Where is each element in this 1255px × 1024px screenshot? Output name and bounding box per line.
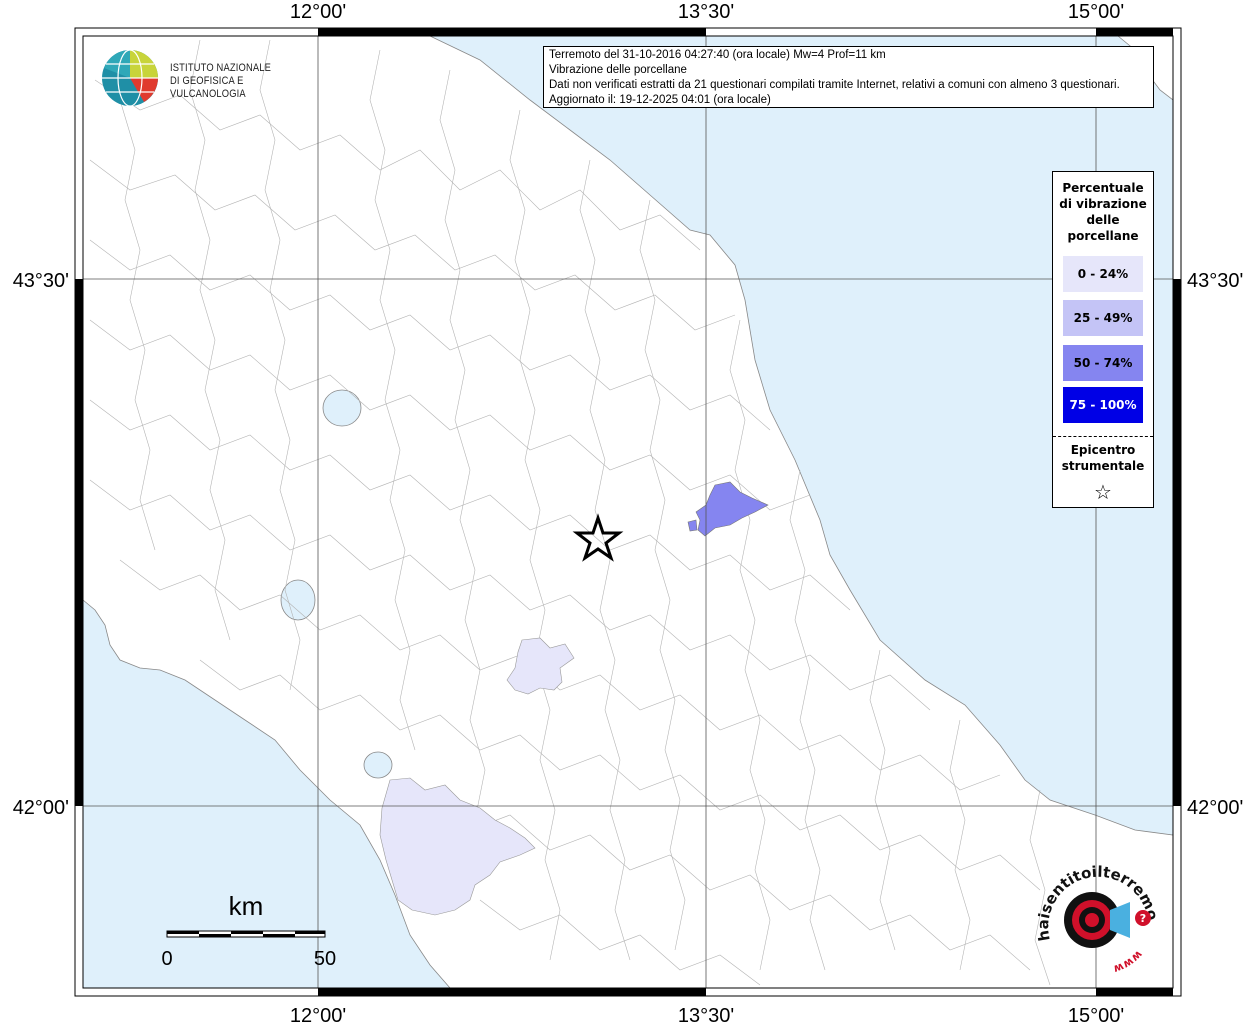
- haisentito-logo: haisentitoilterremoto.it www ?: [1025, 846, 1165, 976]
- legend-epicenter-line: strumentale: [1061, 459, 1145, 473]
- lon-label-bottom-3: 15°00': [1068, 1005, 1124, 1024]
- legend-item-label: 50 - 74%: [1073, 356, 1133, 370]
- scale-end: 50: [314, 948, 336, 970]
- legend-epicenter-label: Epicentro strumentale: [1053, 442, 1153, 474]
- lake-trasimeno: [322, 389, 362, 427]
- star-icon: ☆: [1094, 480, 1112, 504]
- haisentito-badge-icon: haisentitoilterremoto.it www ?: [1025, 846, 1162, 976]
- legend-title: Percentuale di vibrazione delle porcella…: [1053, 180, 1153, 244]
- updated-line: Aggiornato il: 19-12-2025 04:01 (ora loc…: [549, 94, 771, 106]
- legend-item-label: 75 - 100%: [1069, 398, 1137, 412]
- ingv-globe-icon: [102, 49, 158, 107]
- lon-label-bottom-1: 12°00': [290, 1005, 346, 1024]
- svg-text:www: www: [1112, 948, 1146, 972]
- legend-title-line: delle: [1086, 213, 1120, 227]
- ingv-name-line1: ISTITUTO NAZIONALE: [170, 62, 272, 74]
- ingv-logo: ISTITUTO NAZIONALE DI GEOFISICA E VULCAN…: [100, 48, 310, 110]
- lat-label-left-2: 42°00': [13, 797, 69, 819]
- badge-www-text: www: [1112, 948, 1146, 976]
- legend-item-25-49: 25 - 49%: [1063, 300, 1143, 336]
- legend-title-line: Percentuale: [1062, 181, 1144, 195]
- parameter-line: Vibrazione delle porcellane: [549, 64, 687, 76]
- lat-label-right-2: 42°00': [1187, 797, 1243, 819]
- legend-separator: [1053, 436, 1153, 437]
- region-25-49-small: [687, 519, 698, 532]
- event-info-box: Terremoto del 31-10-2016 04:27:40 (ora l…: [543, 46, 1154, 108]
- event-line: Terremoto del 31-10-2016 04:27:40 (ora l…: [549, 49, 886, 61]
- legend-item-label: 0 - 24%: [1077, 267, 1129, 281]
- lon-label-top-3: 15°00': [1068, 1, 1124, 23]
- legend-item-label: 25 - 49%: [1073, 311, 1133, 325]
- data-note-line: Dati non verificati estratti da 21 quest…: [549, 79, 1120, 91]
- legend: Percentuale di vibrazione delle porcella…: [1052, 171, 1154, 508]
- legend-item-0-24: 0 - 24%: [1063, 256, 1143, 292]
- lat-label-right-1: 43°30': [1187, 270, 1243, 292]
- legend-item-75-100: 75 - 100%: [1063, 387, 1143, 423]
- legend-title-line: porcellane: [1067, 229, 1139, 243]
- lon-label-bottom-2: 13°30': [678, 1005, 734, 1024]
- ingv-name: ISTITUTO NAZIONALE DI GEOFISICA E VULCAN…: [170, 62, 289, 101]
- scale-unit: km: [229, 891, 264, 921]
- legend-title-line: di vibrazione: [1059, 197, 1147, 211]
- scale-start: 0: [161, 948, 172, 970]
- lake-bracciano: [363, 751, 393, 779]
- lon-label-top-2: 13°30': [678, 1, 734, 23]
- lat-label-left-1: 43°30': [13, 270, 69, 292]
- svg-text:?: ?: [1140, 912, 1146, 925]
- legend-item-50-74: 50 - 74%: [1063, 345, 1143, 381]
- lon-label-top-1: 12°00': [290, 1, 346, 23]
- ingv-name-line2: DI GEOFISICA E VULCANOLOGIA: [170, 75, 246, 100]
- legend-epicenter-line: Epicentro: [1070, 443, 1136, 457]
